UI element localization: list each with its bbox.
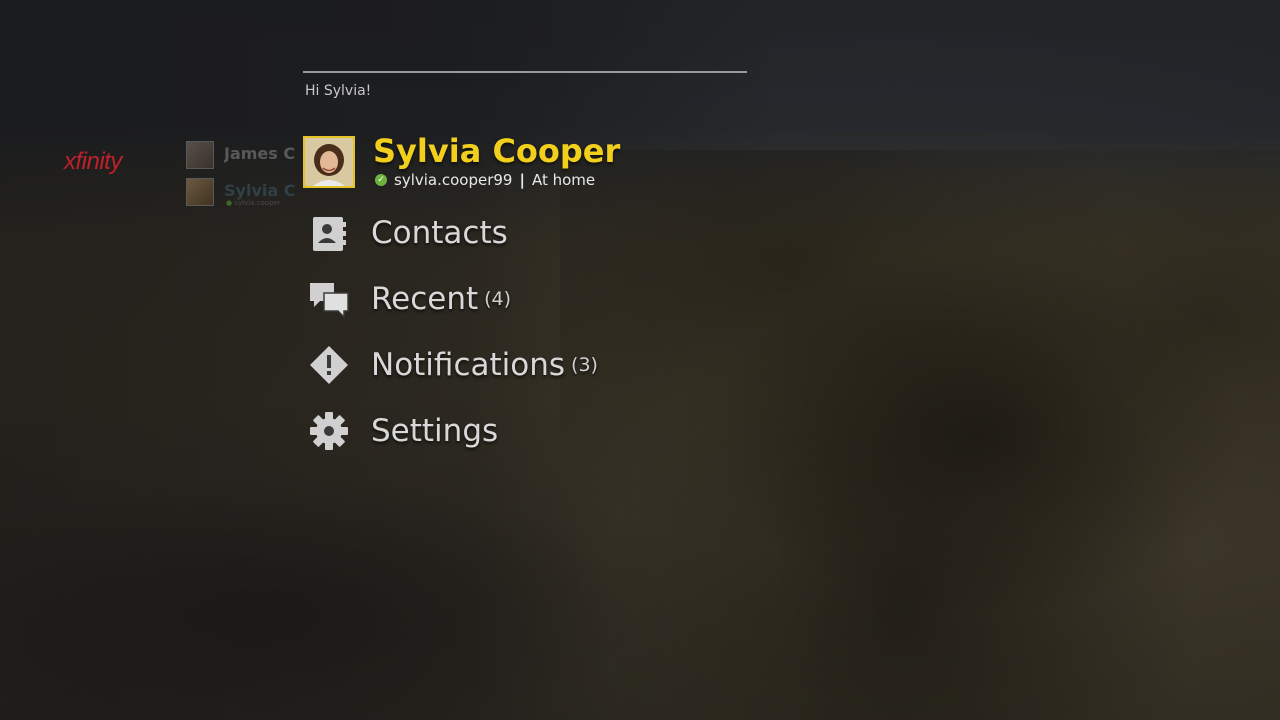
contact-card-icon: [305, 209, 353, 257]
account-username: sylvia.cooper: [234, 199, 281, 207]
profile-status: ✓ sylvia.cooper99 | At home: [375, 171, 595, 189]
account-name: Sylvia C: [224, 181, 296, 200]
profile-username: sylvia.cooper99: [394, 171, 513, 189]
avatar: [186, 178, 214, 206]
avatar: [186, 141, 214, 169]
menu-item-label: Notifications: [371, 347, 566, 383]
status-separator: |: [519, 171, 525, 189]
account-list: James C Sylvia C ● sylvia.cooper: [186, 141, 306, 215]
menu-item-count: (3): [571, 354, 598, 376]
gear-icon: [305, 407, 353, 455]
chat-bubbles-icon: [305, 275, 353, 323]
menu-item-label: Recent: [371, 281, 479, 317]
menu-item-label: Contacts: [371, 215, 508, 251]
menu-item-notifications[interactable]: Notifications (3): [305, 332, 725, 398]
menu-item-count: (4): [484, 288, 512, 310]
main-menu: Contacts Recent (4) Notifications (3) Se…: [305, 200, 725, 464]
menu-item-contacts[interactable]: Contacts: [305, 200, 725, 266]
menu-item-settings[interactable]: Settings: [305, 398, 725, 464]
divider: [303, 71, 747, 73]
profile-avatar: [303, 136, 355, 188]
status-dot-icon: ●: [226, 199, 233, 207]
greeting: Hi Sylvia!: [305, 83, 372, 99]
account-item-james[interactable]: James C: [186, 141, 306, 175]
check-circle-icon: ✓: [375, 174, 387, 186]
menu-item-recent[interactable]: Recent (4): [305, 266, 725, 332]
xfinity-logo: xfinity: [64, 148, 122, 175]
alert-diamond-icon: [305, 341, 353, 389]
account-sub: ● sylvia.cooper: [226, 199, 296, 207]
menu-item-label: Settings: [371, 413, 499, 449]
avatar-photo: [305, 138, 353, 186]
profile-location: At home: [531, 171, 596, 189]
account-name: James C: [224, 144, 296, 163]
account-item-sylvia[interactable]: Sylvia C ● sylvia.cooper: [186, 178, 306, 212]
profile-name: Sylvia Cooper: [373, 132, 621, 170]
